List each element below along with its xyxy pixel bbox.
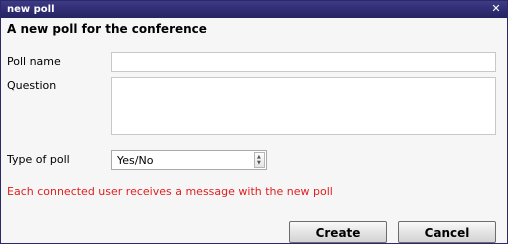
question-label: Question — [7, 79, 57, 92]
dialog-title: new poll — [7, 4, 55, 15]
notice-message: Each connected user receives a message w… — [7, 185, 333, 198]
form-heading: A new poll for the conference — [7, 22, 207, 36]
new-poll-dialog: new poll ✕ A new poll for the conference… — [0, 0, 508, 244]
poll-type-label: Type of poll — [7, 153, 70, 166]
close-icon[interactable]: ✕ — [489, 2, 503, 16]
spin-down-icon: ▼ — [257, 160, 261, 166]
poll-name-label: Poll name — [7, 55, 61, 68]
cancel-button[interactable]: Cancel — [398, 221, 496, 243]
spinner-control[interactable]: ▲ ▼ — [254, 152, 265, 168]
poll-type-select[interactable]: Yes/No ▲ ▼ — [111, 150, 267, 170]
create-button[interactable]: Create — [289, 221, 387, 243]
question-textarea[interactable] — [111, 77, 496, 135]
dialog-titlebar[interactable]: new poll ✕ — [1, 1, 507, 18]
poll-name-input[interactable] — [111, 52, 496, 72]
poll-type-selected-value: Yes/No — [117, 154, 154, 167]
